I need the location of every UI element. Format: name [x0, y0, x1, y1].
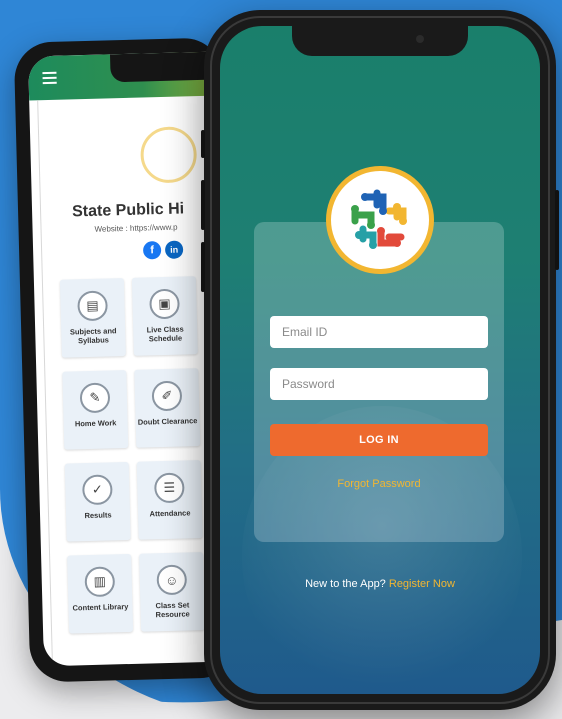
app-logo	[326, 166, 434, 274]
tile-doubt-clearance[interactable]: ✐ Doubt Clearance	[134, 368, 201, 448]
doubt-icon: ✐	[151, 380, 183, 412]
camera-icon	[416, 35, 424, 43]
login-screen: LOG IN Forgot Password	[220, 26, 540, 694]
tile-attendance[interactable]: ☰ Attendance	[136, 460, 203, 540]
tile-class-set-resource[interactable]: ☺ Class Set Resource	[139, 552, 206, 632]
tile-content-library[interactable]: ▥ Content Library	[67, 553, 134, 634]
tile-label: Doubt Clearance	[137, 416, 198, 427]
school-name: State Public Hi	[71, 200, 185, 221]
linkedin-icon[interactable]: in	[164, 240, 184, 259]
tile-results[interactable]: ✓ Results	[64, 461, 131, 542]
front-phone-notch	[292, 26, 468, 56]
register-now-link[interactable]: Register Now	[389, 578, 455, 590]
hamburger-icon[interactable]	[42, 71, 57, 87]
results-icon: ✓	[82, 474, 113, 506]
mute-switch	[201, 130, 205, 158]
tile-live-class-schedule[interactable]: ▣ Live Class Schedule	[131, 276, 198, 356]
tile-home-work[interactable]: ✎ Home Work	[62, 369, 129, 450]
tile-label: Content Library	[72, 602, 129, 613]
book-icon: ▤	[77, 290, 108, 322]
forgot-password-link[interactable]: Forgot Password	[254, 478, 504, 490]
school-logo	[139, 126, 198, 184]
social-links: f in	[142, 240, 184, 260]
register-prompt: New to the App? Register Now	[220, 578, 540, 590]
login-button[interactable]: LOG IN	[270, 424, 488, 456]
volume-up-button	[201, 180, 205, 230]
volume-down-button	[201, 242, 205, 292]
power-button	[555, 190, 559, 270]
tile-label: Results	[84, 510, 112, 521]
tile-subjects-syllabus[interactable]: ▤ Subjects and Syllabus	[59, 278, 126, 358]
network-logo-icon	[351, 189, 407, 249]
tile-label: Subjects and Syllabus	[69, 326, 117, 346]
front-phone-mockup: LOG IN Forgot Password	[201, 10, 559, 710]
password-field[interactable]	[270, 368, 488, 400]
video-class-icon: ▣	[149, 288, 180, 320]
tile-label: Home Work	[74, 418, 117, 429]
resource-person-icon: ☺	[156, 564, 188, 596]
school-website[interactable]: Website : https://www.p	[94, 223, 177, 234]
dashboard-topbar	[28, 51, 221, 101]
new-to-app-text: New to the App?	[305, 578, 386, 590]
email-field[interactable]	[270, 316, 488, 348]
tile-label: Class Set Resource	[155, 600, 190, 620]
tile-label: Attendance	[149, 508, 191, 519]
clipboard-icon: ☰	[153, 472, 185, 504]
tile-label: Live Class Schedule	[146, 324, 184, 344]
student-desk-icon: ✎	[79, 382, 111, 414]
facebook-icon[interactable]: f	[142, 241, 162, 260]
library-icon: ▥	[84, 566, 116, 598]
